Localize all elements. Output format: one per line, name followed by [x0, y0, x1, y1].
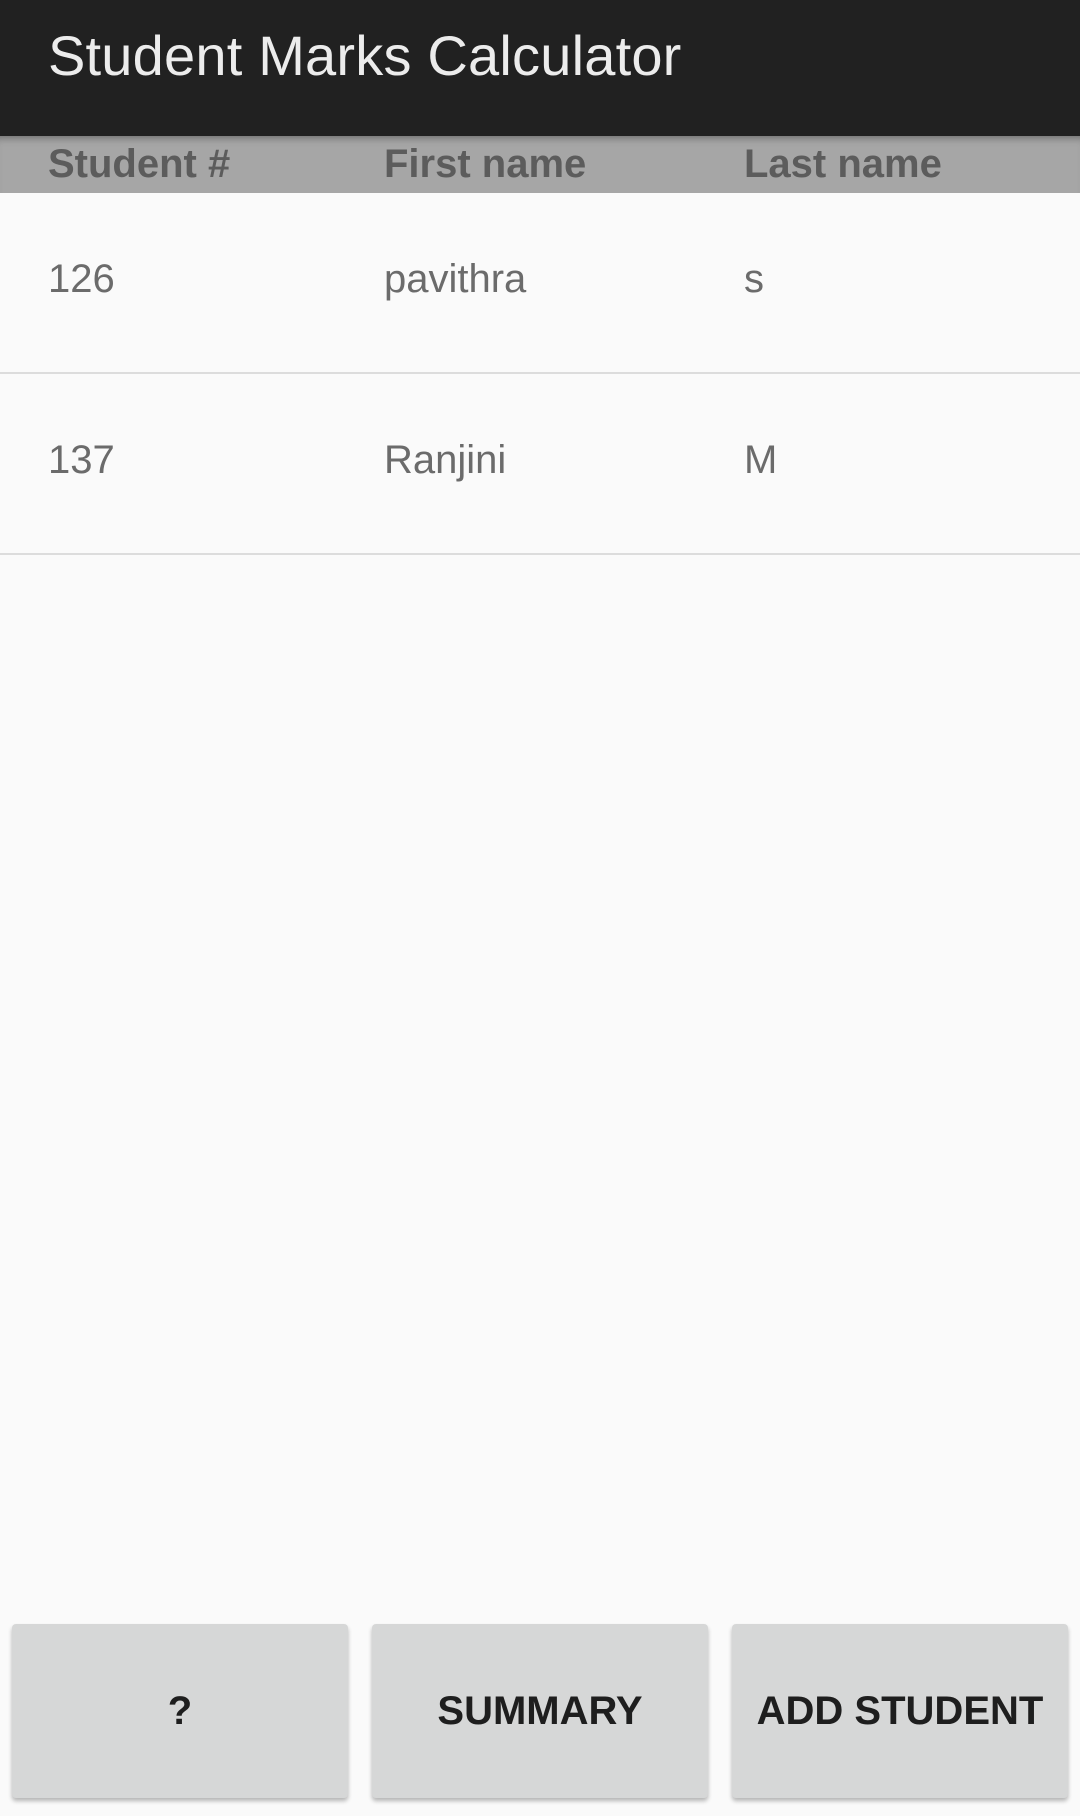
- header-first-name: First name: [384, 142, 587, 186]
- button-bar: ? SUMMARY ADD STUDENT: [0, 1624, 1080, 1800]
- app-bar: Student Marks Calculator: [0, 0, 1080, 136]
- header-student-number: Student #: [48, 142, 231, 186]
- student-row[interactable]: 126 pavithra s: [0, 193, 1080, 374]
- student-list: 126 pavithra s 137 Ranjini M: [0, 193, 1080, 555]
- summary-button[interactable]: SUMMARY: [372, 1624, 708, 1798]
- student-number: 137: [48, 438, 115, 482]
- student-last-name: s: [744, 257, 764, 301]
- help-button[interactable]: ?: [12, 1624, 348, 1798]
- app-title: Student Marks Calculator: [48, 23, 682, 87]
- header-last-name: Last name: [744, 142, 942, 186]
- table-header: Student # First name Last name: [0, 136, 1080, 193]
- student-first-name: pavithra: [384, 257, 527, 301]
- student-first-name: Ranjini: [384, 438, 507, 482]
- student-number: 126: [48, 257, 115, 301]
- add-student-button[interactable]: ADD STUDENT: [732, 1624, 1068, 1798]
- student-last-name: M: [744, 438, 778, 482]
- student-row[interactable]: 137 Ranjini M: [0, 374, 1080, 555]
